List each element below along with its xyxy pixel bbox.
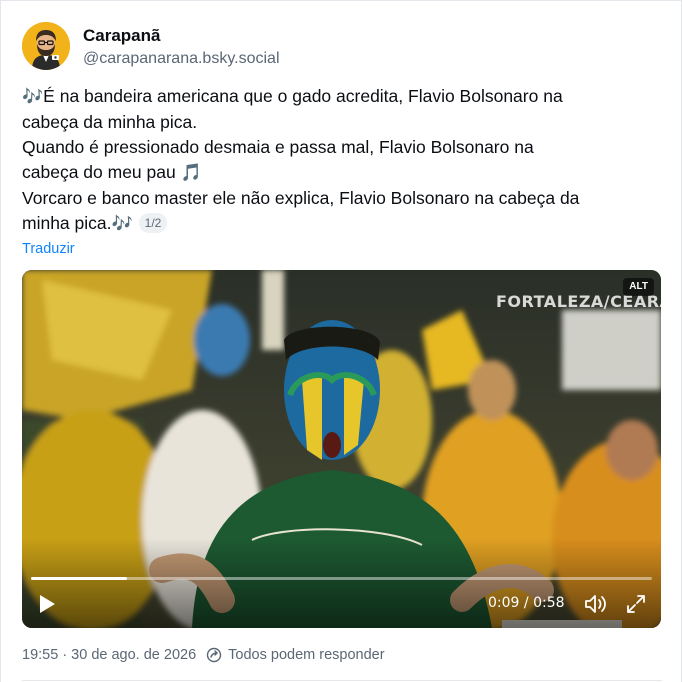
post-text: 🎶É na bandeira americana que o gado acre…	[22, 84, 662, 237]
video-player[interactable]: FORTALEZA/CEARÁ ALT 0:09 / 0:58	[22, 270, 661, 628]
translate-link[interactable]: Traduzir	[22, 241, 75, 257]
post-line-5: Vorcaro e banco master ele não explica, …	[22, 188, 580, 208]
volume-icon	[585, 595, 606, 613]
author-avatar[interactable]	[22, 22, 70, 70]
post-timestamp[interactable]: 19:55 · 30 de ago. de 2026	[22, 647, 196, 663]
musical-note-icon: 🎵	[180, 163, 202, 183]
reply-settings-icon	[206, 647, 222, 663]
alt-text-button[interactable]: ALT	[623, 278, 654, 296]
fullscreen-button[interactable]	[626, 594, 646, 614]
post-line-1: 🎶É na bandeira americana que o gado acre…	[22, 86, 563, 107]
divider	[22, 680, 662, 681]
post-line-4: cabeça do meu pau 🎵	[22, 162, 202, 183]
musical-notes-icon: 🎶	[22, 87, 44, 107]
post-line-6: minha pica.🎶 1/2	[22, 211, 662, 237]
video-progress-fill	[31, 577, 128, 580]
post-line-2: cabeça da minha pica.	[22, 112, 198, 132]
controls-overlay	[22, 538, 661, 628]
musical-notes-icon: 🎶	[111, 214, 133, 234]
video-progress-bar[interactable]	[31, 577, 652, 580]
thread-page-badge: 1/2	[138, 213, 168, 233]
author-display-name[interactable]: Carapanã	[83, 26, 160, 46]
video-time-readout: 0:09 / 0:58	[488, 595, 565, 611]
play-icon	[40, 595, 55, 613]
volume-button[interactable]	[584, 593, 608, 615]
duration: 0:58	[533, 595, 565, 611]
reply-setting-label[interactable]: Todos podem responder	[228, 647, 384, 663]
post-card: Carapanã @carapanarana.bsky.social 🎶É na…	[0, 0, 682, 682]
play-button[interactable]	[36, 593, 58, 615]
fullscreen-icon	[627, 595, 645, 613]
author-handle[interactable]: @carapanarana.bsky.social	[83, 50, 280, 68]
current-time: 0:09	[488, 595, 520, 611]
post-line-3: Quando é pressionado desmaia e passa mal…	[22, 137, 534, 157]
post-meta: 19:55 · 30 de ago. de 2026 Todos podem r…	[22, 647, 385, 663]
bearded-man-avatar-icon	[22, 22, 70, 70]
